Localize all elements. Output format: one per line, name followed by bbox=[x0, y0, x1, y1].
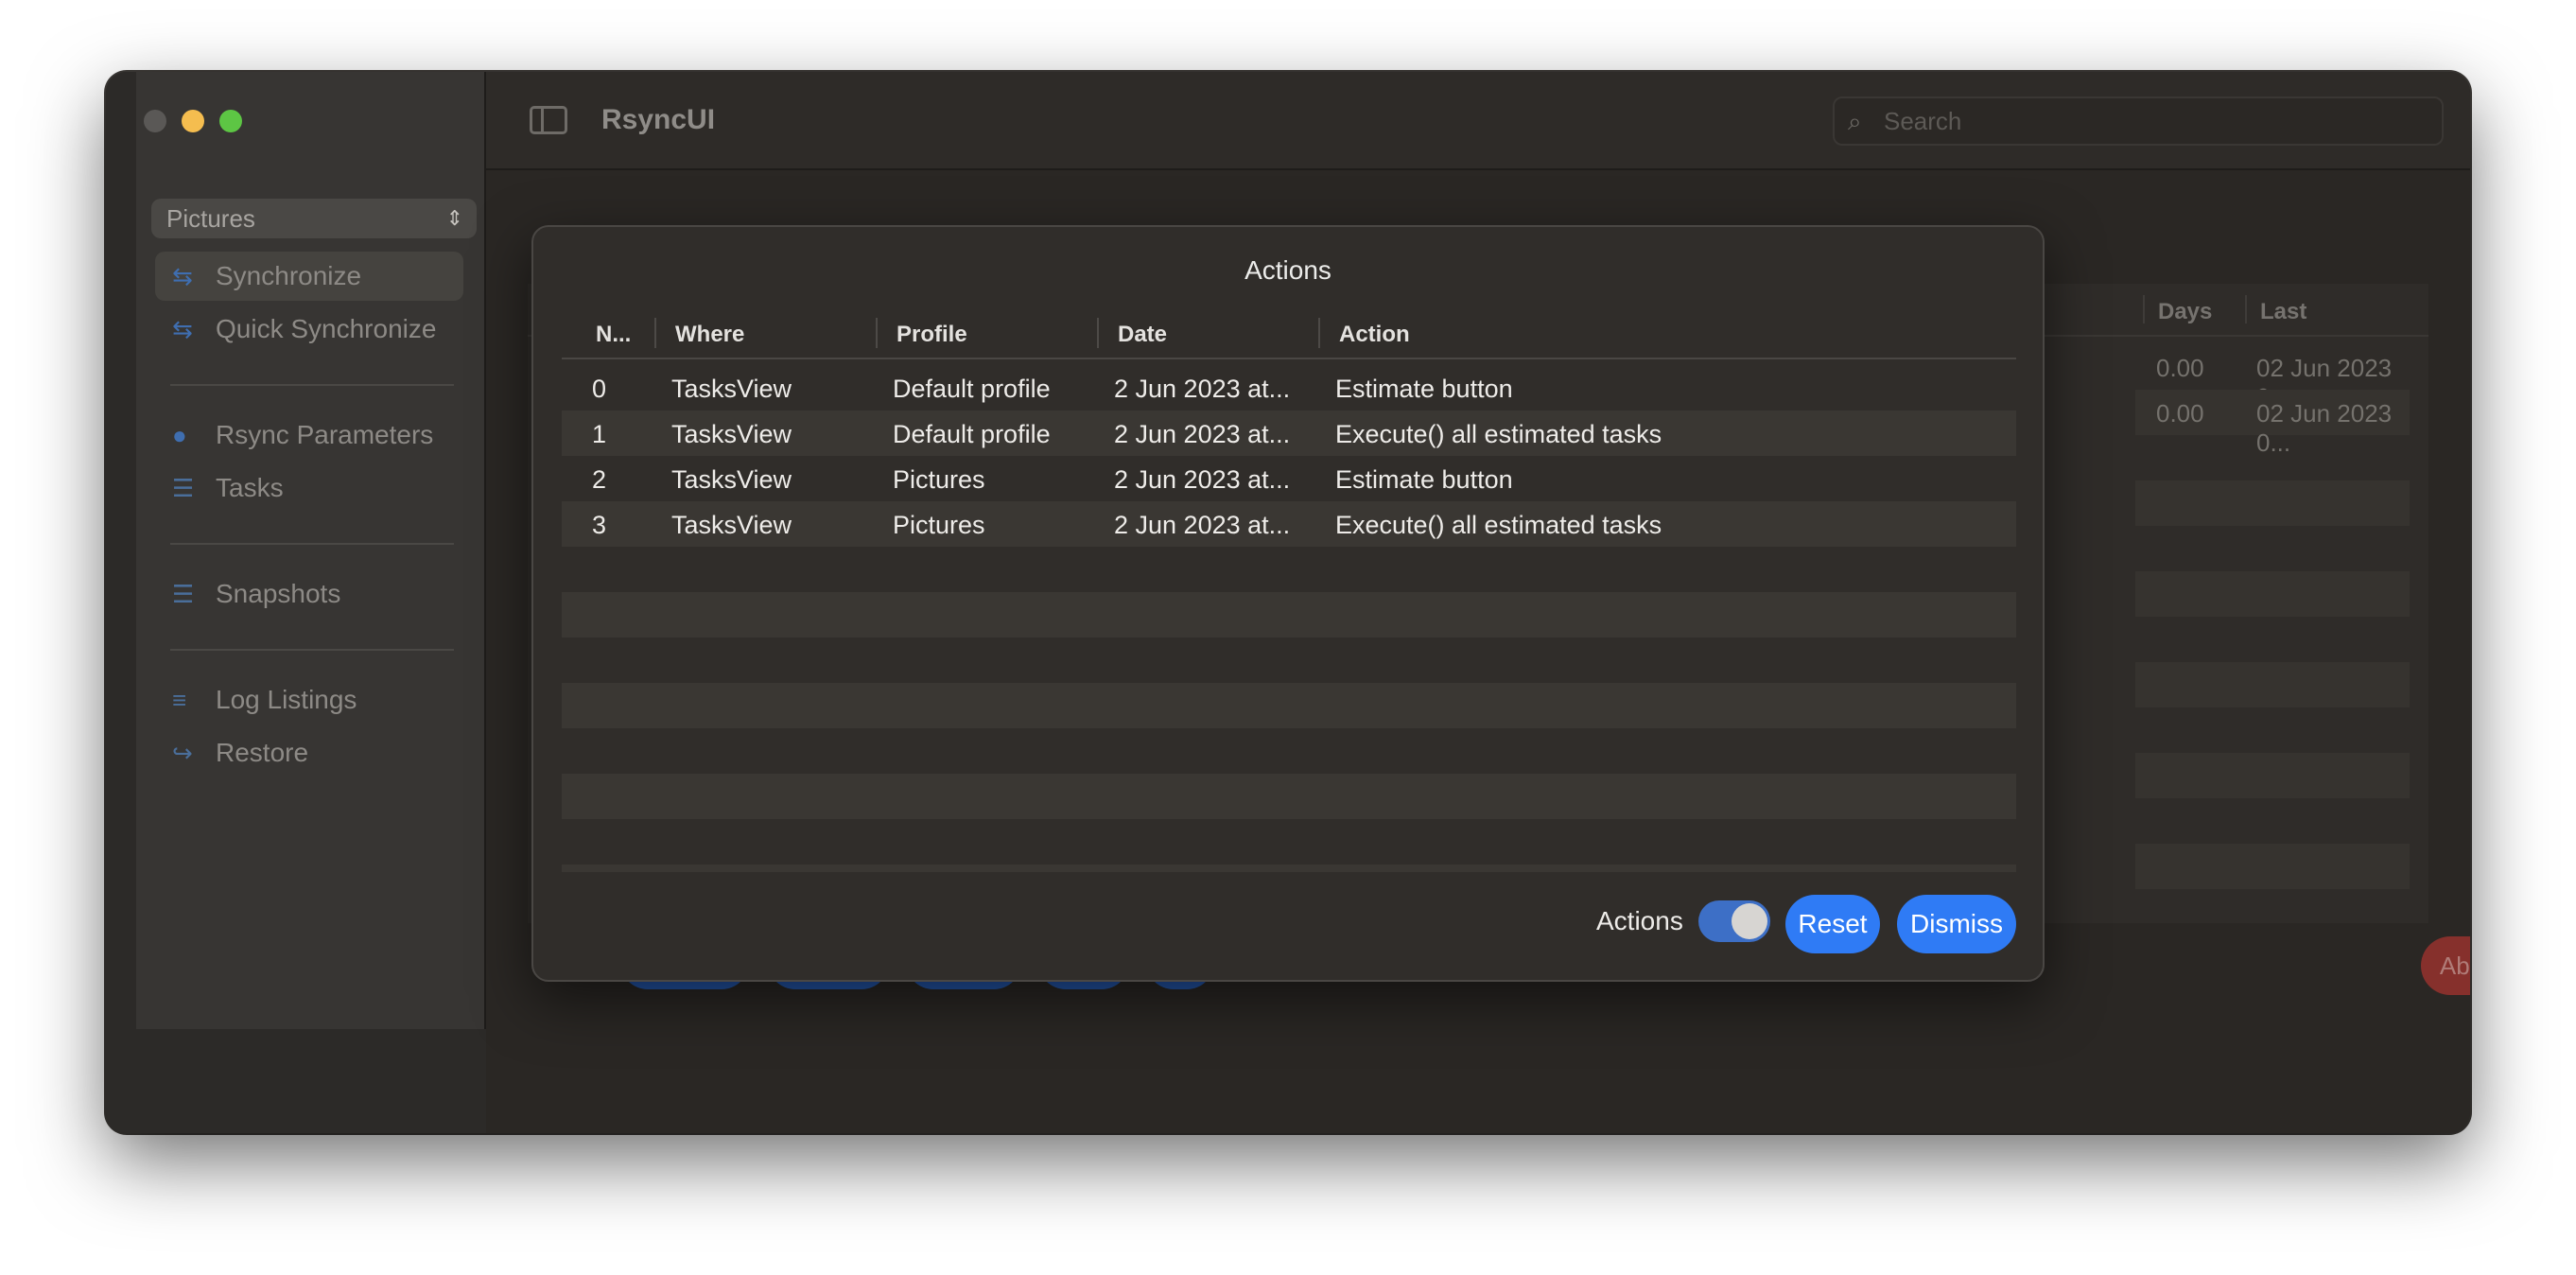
cell-action: Execute() all estimated tasks bbox=[1335, 511, 1662, 539]
table-row[interactable]: 0 TasksView Default profile 2 Jun 2023 a… bbox=[562, 365, 2016, 410]
column-header-date[interactable]: Date bbox=[1118, 322, 1167, 348]
sidebar: Pictures ⇕ ⇆ Synchronize ⇆ Quick Synchro… bbox=[106, 72, 486, 1133]
table-row-stripe bbox=[2135, 753, 2410, 798]
cell-number: 2 bbox=[592, 465, 607, 494]
cell-date: 2 Jun 2023 at... bbox=[1114, 420, 1291, 448]
rsync-parameters-icon: ● bbox=[172, 421, 187, 449]
sync-icon: ⇆ bbox=[172, 262, 193, 290]
column-header-profile[interactable]: Profile bbox=[896, 322, 967, 348]
cell-action: Estimate button bbox=[1335, 375, 1513, 403]
sidebar-item-label: Synchronize bbox=[216, 261, 362, 290]
cell-profile: Default profile bbox=[893, 375, 1051, 403]
reset-button[interactable]: Reset bbox=[1785, 895, 1880, 953]
table-row[interactable]: 1 TasksView Default profile 2 Jun 2023 a… bbox=[562, 410, 2016, 456]
table-row[interactable]: 2 TasksView Pictures 2 Jun 2023 at... Es… bbox=[562, 456, 2016, 501]
column-header-last[interactable]: Last bbox=[2260, 299, 2306, 325]
empty-row-stripe bbox=[562, 683, 2016, 728]
column-separator bbox=[654, 318, 656, 348]
column-separator bbox=[2245, 295, 2247, 323]
sidebar-item-quick-synchronize[interactable]: ⇆ Quick Synchronize bbox=[155, 305, 463, 354]
actions-table-header: N... Where Profile Date Action bbox=[562, 306, 2016, 359]
column-header-action[interactable]: Action bbox=[1339, 322, 1410, 348]
empty-row-stripe bbox=[562, 774, 2016, 819]
sidebar-item-label: Snapshots bbox=[216, 579, 341, 608]
tasks-icon: ☰ bbox=[172, 474, 195, 502]
sidebar-divider bbox=[170, 649, 454, 651]
profile-select-value: Pictures bbox=[166, 204, 255, 233]
sidebar-item-restore[interactable]: ↪ Restore bbox=[155, 728, 463, 777]
cell-profile: Pictures bbox=[893, 511, 985, 539]
empty-row-stripe bbox=[562, 865, 2016, 872]
cell-profile: Pictures bbox=[893, 465, 985, 494]
actions-toggle[interactable] bbox=[1698, 900, 1770, 942]
column-header-days[interactable]: Days bbox=[2158, 299, 2212, 325]
table-row-stripe bbox=[2135, 480, 2410, 526]
toolbar: RsyncUI ⌕ Search bbox=[486, 72, 2470, 170]
cell-last: 02 Jun 2023 0... bbox=[2256, 399, 2393, 457]
column-separator bbox=[1097, 318, 1099, 348]
actions-toggle-label: Actions bbox=[1596, 906, 1683, 935]
sidebar-item-synchronize[interactable]: ⇆ Synchronize bbox=[155, 252, 463, 301]
sidebar-item-label: Tasks bbox=[216, 473, 284, 502]
cell-action: Execute() all estimated tasks bbox=[1335, 420, 1662, 448]
cell-action: Estimate button bbox=[1335, 465, 1513, 494]
cell-date: 2 Jun 2023 at... bbox=[1114, 511, 1291, 539]
chevron-updown-icon: ⇕ bbox=[445, 206, 463, 230]
cell-where: TasksView bbox=[671, 375, 792, 403]
log-listings-icon: ≡ bbox=[172, 686, 187, 714]
sidebar-item-label: Restore bbox=[216, 738, 309, 767]
actions-sheet: Actions N... Where Profile Date Action 0… bbox=[531, 225, 2045, 982]
sidebar-item-label: Log Listings bbox=[216, 685, 357, 714]
cell-profile: Default profile bbox=[893, 420, 1051, 448]
profile-select[interactable]: Pictures ⇕ bbox=[151, 199, 477, 238]
sidebar-item-snapshots[interactable]: ☰ Snapshots bbox=[155, 569, 463, 619]
cell-date: 2 Jun 2023 at... bbox=[1114, 465, 1291, 494]
search-placeholder: Search bbox=[1884, 107, 1962, 135]
column-header-where[interactable]: Where bbox=[675, 322, 744, 348]
column-separator bbox=[2143, 295, 2145, 323]
sidebar-item-tasks[interactable]: ☰ Tasks bbox=[155, 463, 463, 513]
snapshots-icon: ☰ bbox=[172, 580, 195, 608]
search-icon: ⌕ bbox=[1848, 107, 1862, 135]
minimize-window-button[interactable] bbox=[182, 110, 204, 132]
sidebar-item-log-listings[interactable]: ≡ Log Listings bbox=[155, 675, 463, 725]
app-title: RsyncUI bbox=[601, 104, 716, 135]
toggle-knob bbox=[1732, 903, 1767, 939]
sidebar-toggle-icon[interactable] bbox=[530, 106, 567, 134]
cell-where: TasksView bbox=[671, 511, 792, 539]
table-row[interactable]: 3 TasksView Pictures 2 Jun 2023 at... Ex… bbox=[562, 501, 2016, 547]
column-separator bbox=[876, 318, 878, 348]
close-window-button[interactable] bbox=[144, 110, 166, 132]
table-row-stripe bbox=[2135, 571, 2410, 617]
cell-number: 3 bbox=[592, 511, 607, 539]
sidebar-item-label: Quick Synchronize bbox=[216, 314, 437, 343]
dismiss-button[interactable]: Dismiss bbox=[1897, 895, 2016, 953]
cell-date: 2 Jun 2023 at... bbox=[1114, 375, 1291, 403]
abort-button[interactable]: Abort bbox=[2421, 936, 2470, 995]
actions-table: N... Where Profile Date Action 0 TasksVi… bbox=[562, 306, 2016, 872]
column-header-number[interactable]: N... bbox=[596, 322, 631, 348]
cell-days: 0.00 bbox=[2156, 399, 2204, 428]
search-input[interactable]: ⌕ Search bbox=[1833, 96, 2444, 146]
cell-number: 0 bbox=[592, 375, 607, 403]
cell-number: 1 bbox=[592, 420, 607, 448]
column-separator bbox=[1318, 318, 1320, 348]
sidebar-item-rsync-parameters[interactable]: ● Rsync Parameters bbox=[155, 410, 463, 460]
cell-where: TasksView bbox=[671, 420, 792, 448]
cell-days: 0.00 bbox=[2156, 354, 2204, 382]
cell-where: TasksView bbox=[671, 465, 792, 494]
table-row-stripe bbox=[2135, 844, 2410, 889]
sidebar-item-label: Rsync Parameters bbox=[216, 420, 434, 449]
quick-sync-icon: ⇆ bbox=[172, 315, 193, 343]
sidebar-divider bbox=[170, 543, 454, 545]
sheet-title: Actions bbox=[1244, 255, 1332, 285]
maximize-window-button[interactable] bbox=[219, 110, 242, 132]
table-row-stripe bbox=[2135, 662, 2410, 707]
restore-icon: ↪ bbox=[172, 739, 193, 767]
sidebar-divider bbox=[170, 384, 454, 386]
empty-row-stripe bbox=[562, 592, 2016, 638]
